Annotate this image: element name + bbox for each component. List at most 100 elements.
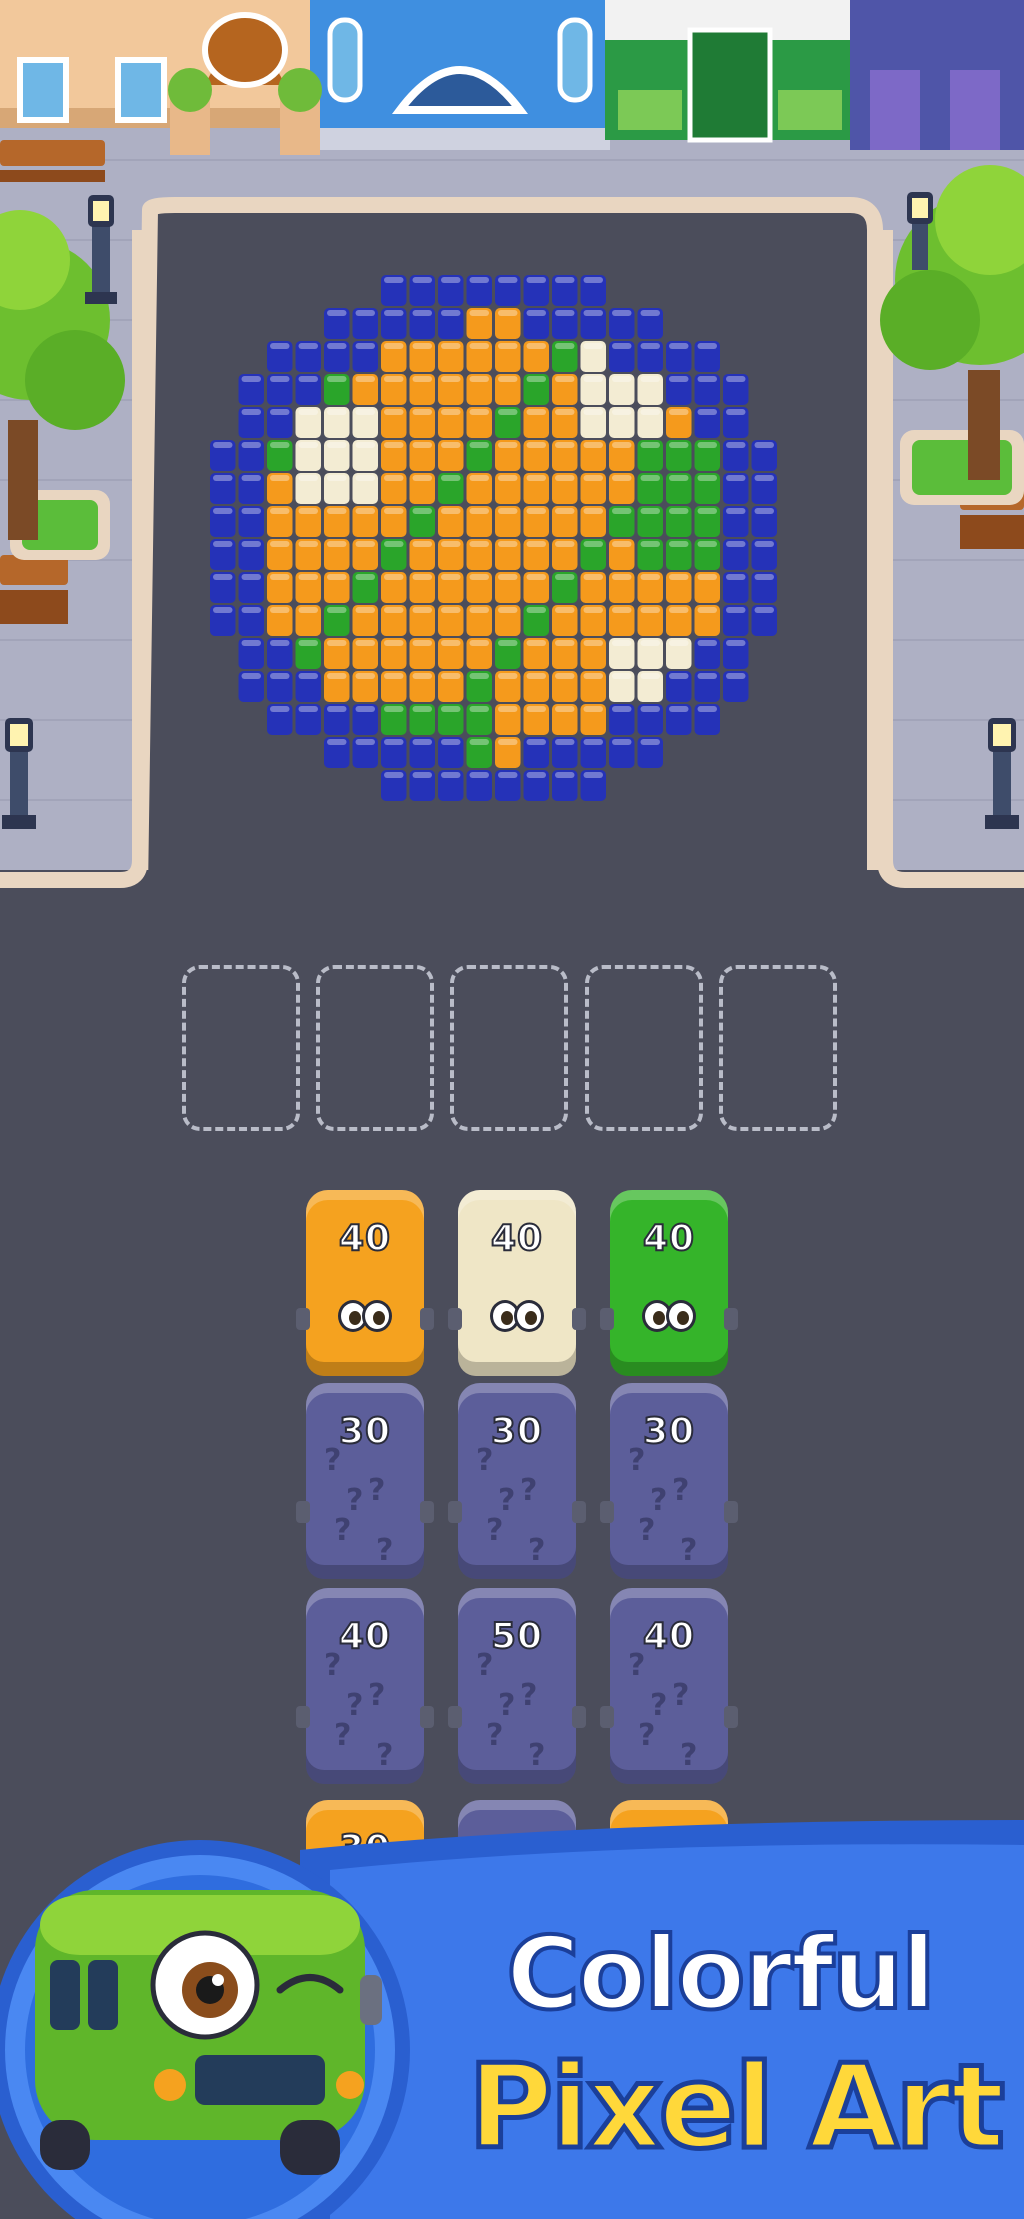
green-bus[interactable]: 40 <box>600 1190 738 1376</box>
pixel-block-highlight <box>669 343 689 349</box>
parking-slot[interactable] <box>316 965 434 1131</box>
pixel-block-highlight <box>327 442 347 448</box>
pixel-block-highlight <box>612 607 632 613</box>
pixel-block-highlight <box>498 277 518 283</box>
pixel-block-highlight <box>612 574 632 580</box>
question-mark-icon: ? <box>528 1533 546 1568</box>
pixel-block-highlight <box>327 343 347 349</box>
pixel-block-highlight <box>412 607 432 613</box>
mystery-bus[interactable]: ????? 30 <box>448 1383 586 1579</box>
parking-slot[interactable] <box>182 965 300 1131</box>
pixel-block-highlight <box>355 673 375 679</box>
pixel-block-highlight <box>669 640 689 646</box>
pixel-block-highlight <box>669 607 689 613</box>
pixel-block-highlight <box>726 574 746 580</box>
pixel-block-highlight <box>327 541 347 547</box>
mystery-bus[interactable]: ????? 30 <box>600 1383 738 1579</box>
pixel-block-highlight <box>469 376 489 382</box>
pixel-block-highlight <box>555 442 575 448</box>
pixel-block-highlight <box>270 574 290 580</box>
parking-slot[interactable] <box>450 965 568 1131</box>
pixel-block-highlight <box>555 376 575 382</box>
pixel-block-highlight <box>498 310 518 316</box>
pixel-block-highlight <box>412 772 432 778</box>
question-mark-icon: ? <box>346 1688 364 1723</box>
pixel-block-highlight <box>241 475 261 481</box>
mystery-bus[interactable]: ????? 40 <box>296 1588 434 1784</box>
pixel-block-highlight <box>384 310 404 316</box>
pixel-block-highlight <box>412 739 432 745</box>
mirror-icon <box>296 1308 310 1330</box>
pixel-block-highlight <box>612 541 632 547</box>
pixel-block-highlight <box>583 739 603 745</box>
pixel-block-highlight <box>669 442 689 448</box>
pixel-block-highlight <box>640 640 660 646</box>
question-mark-icon: ? <box>334 1718 352 1753</box>
pixel-block-highlight <box>612 508 632 514</box>
pixel-block-highlight <box>612 409 632 415</box>
pixel-block-highlight <box>270 706 290 712</box>
pixel-block-highlight <box>412 409 432 415</box>
pixel-block-highlight <box>726 508 746 514</box>
pixel-block-highlight <box>327 706 347 712</box>
pixel-block-highlight <box>526 541 546 547</box>
pixel-block-highlight <box>498 508 518 514</box>
pixel-block-highlight <box>640 508 660 514</box>
cream-bus[interactable]: 40 <box>448 1190 586 1376</box>
pixel-block-highlight <box>298 574 318 580</box>
bus-face <box>326 1300 404 1334</box>
pixel-block-highlight <box>555 673 575 679</box>
pixel-block-highlight <box>298 541 318 547</box>
pixel-block-highlight <box>555 310 575 316</box>
pixel-block-highlight <box>241 541 261 547</box>
pixel-block-highlight <box>384 376 404 382</box>
orange-bus[interactable]: 40 <box>296 1190 434 1376</box>
pixel-block-highlight <box>555 640 575 646</box>
question-mark-icon: ? <box>376 1738 394 1773</box>
pixel-block-highlight <box>355 607 375 613</box>
pixel-block-highlight <box>526 739 546 745</box>
pixel-block-highlight <box>355 343 375 349</box>
pixel-block-highlight <box>612 673 632 679</box>
pixel-block-highlight <box>213 607 233 613</box>
bus-face <box>630 1300 708 1334</box>
banner-title-line2: Pixel Art <box>466 2038 1008 2178</box>
question-mark-icon: ? <box>486 1718 504 1753</box>
pixel-block-highlight <box>355 706 375 712</box>
question-mark-icon: ? <box>528 1738 546 1773</box>
pixel-block-highlight <box>612 739 632 745</box>
pixel-block-highlight <box>469 343 489 349</box>
pixel-block-highlight <box>583 343 603 349</box>
pixel-block-highlight <box>669 574 689 580</box>
pixel-block-highlight <box>355 508 375 514</box>
pixel-block-highlight <box>640 376 660 382</box>
pixel-block-highlight <box>612 310 632 316</box>
mirror-icon <box>420 1308 434 1330</box>
parking-slot[interactable] <box>585 965 703 1131</box>
pixel-block-highlight <box>355 310 375 316</box>
mirror-icon <box>296 1501 310 1523</box>
pixel-block-highlight <box>384 442 404 448</box>
pixel-block-highlight <box>412 475 432 481</box>
green-bus-mascot-icon <box>35 1890 382 2175</box>
pixel-block-highlight <box>498 409 518 415</box>
parking-slot[interactable] <box>719 965 837 1131</box>
pixel-block-highlight <box>241 409 261 415</box>
pixel-block-highlight <box>213 574 233 580</box>
pixel-block-highlight <box>612 376 632 382</box>
pixel-block-highlight <box>469 277 489 283</box>
question-mark-icon: ? <box>498 1483 516 1518</box>
pixel-block-highlight <box>640 574 660 580</box>
pixel-block-highlight <box>384 508 404 514</box>
bench-icon <box>0 140 105 182</box>
pixel-block-highlight <box>640 739 660 745</box>
mystery-bus[interactable]: ????? 40 <box>600 1588 738 1784</box>
mystery-bus[interactable]: ????? 50 <box>448 1588 586 1784</box>
pixel-block-highlight <box>526 442 546 448</box>
pixel-block-highlight <box>327 310 347 316</box>
pixel-block-highlight <box>526 673 546 679</box>
pixel-block-highlight <box>327 739 347 745</box>
pixel-block-highlight <box>441 640 461 646</box>
mystery-bus[interactable]: ????? 30 <box>296 1383 434 1579</box>
pixel-block-highlight <box>412 574 432 580</box>
